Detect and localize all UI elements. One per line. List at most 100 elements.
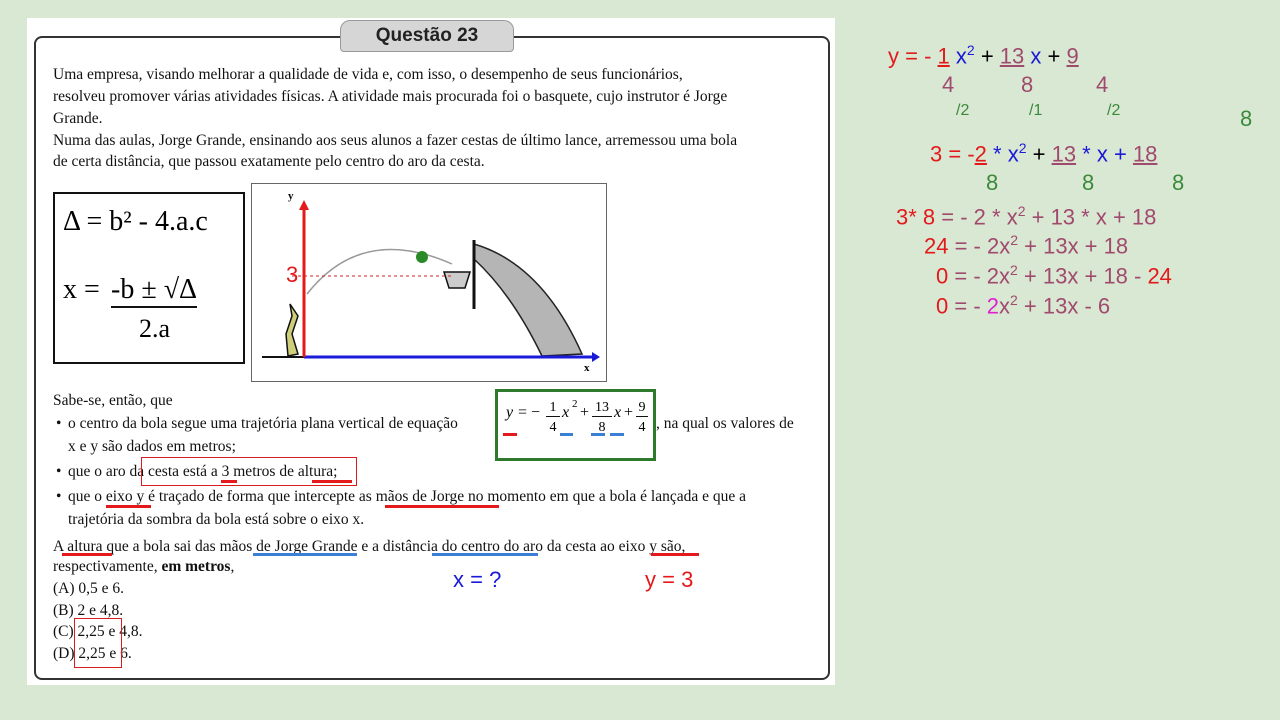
- ball-shadow-region: [473, 242, 584, 357]
- sabe-se-text: Sabe-se, então, que: [53, 392, 173, 409]
- formula-box: Δ = b² - 4.a.c x = -b ± √Δ 2.a: [53, 192, 245, 364]
- eq-x1: x: [614, 404, 622, 421]
- intro-line-4: Numa das aulas, Jorge Grande, ensinando …: [53, 132, 738, 149]
- w4-sq: 2: [1010, 232, 1019, 248]
- w1-a-den: 4: [942, 72, 955, 97]
- bullet-1-dot: •: [56, 415, 62, 432]
- w1-sq: 2: [966, 42, 975, 58]
- w5-lhs: 0: [936, 263, 949, 289]
- eq-plus-1: +: [580, 404, 590, 421]
- w1-c-num: 9: [1066, 43, 1079, 69]
- eq-square: 2: [572, 398, 578, 410]
- eq-plus-2: +: [624, 404, 634, 421]
- w1-b-den: 8: [1021, 72, 1034, 97]
- w2-t2: * x +: [1076, 141, 1133, 167]
- ball: [416, 251, 428, 263]
- delta-formula: Δ = b² - 4.a.c: [63, 206, 208, 237]
- bullet-2-dot: •: [56, 463, 62, 480]
- w2-t1: * x: [986, 141, 1019, 167]
- y-axis-label: y: [288, 190, 294, 202]
- w2-a-den: 8: [986, 170, 999, 195]
- w2-c-num: 18: [1132, 141, 1158, 167]
- w3-rest: = - 2 * x: [935, 204, 1018, 230]
- eq-a-num: 1: [546, 400, 560, 417]
- work-line-6: 0 = - 2x2 + 13x - 6: [936, 292, 1110, 319]
- underline-eixo-y: [106, 505, 151, 508]
- w5-sq: 2: [1010, 262, 1018, 278]
- eq-x2: x: [562, 404, 570, 421]
- eq-c-den: 4: [638, 420, 646, 435]
- w4-lhs: 24: [924, 233, 949, 259]
- w1-minus: -: [924, 43, 938, 69]
- underline-3: [221, 480, 237, 483]
- bullet-1-cont: x e y são dados em metros;: [68, 438, 236, 455]
- w2-b-den: 8: [1082, 170, 1095, 195]
- w1-x1: x: [1024, 43, 1042, 69]
- x-axis-label: x: [584, 362, 590, 374]
- eq-c-num: 9: [636, 400, 648, 417]
- w3-sq: 2: [1017, 203, 1026, 219]
- player: [285, 303, 299, 357]
- w6-lhs: 0: [936, 293, 949, 319]
- x-denominator: 2.a: [139, 314, 171, 343]
- ask-line-2: respectivamente, em metros,: [53, 556, 234, 577]
- intro-line-3: Grande.: [53, 110, 103, 127]
- intro-line-1: Uma empresa, visando melhorar a qualidad…: [53, 66, 683, 83]
- w2-sq: 2: [1018, 140, 1027, 156]
- w5-a: = - 2x: [948, 263, 1010, 289]
- underline-maos-jorge: [385, 505, 499, 508]
- w1-x2: x: [949, 43, 967, 69]
- ball-trajectory: [306, 248, 453, 295]
- bullet-1-text: o centro da bola segue uma trajetória pl…: [68, 415, 458, 432]
- eq-c-underline: [610, 433, 624, 436]
- choices-highlight-box: [74, 618, 122, 668]
- x-prefix: x =: [63, 274, 100, 305]
- w3-lhs: 3* 8: [896, 204, 936, 230]
- divisor-2: /1: [1029, 102, 1043, 119]
- ask-line-1: A altura que a bola sai das mãos de Jorg…: [53, 538, 686, 555]
- w2-lhs: 3: [930, 141, 943, 167]
- w2-plus: +: [1026, 141, 1052, 167]
- ask-line-2-bold: em metros: [161, 558, 231, 575]
- w6-sq: 2: [1010, 292, 1018, 308]
- w5-c: 24: [1147, 263, 1172, 289]
- ask-line-2c: ,: [230, 558, 235, 575]
- w6-b: + 13x - 6: [1017, 293, 1111, 319]
- intro-line-2: resolveu promover várias atividades físi…: [53, 88, 728, 105]
- w2-eq: = -: [942, 141, 975, 167]
- w1-b-num: 13: [999, 43, 1025, 69]
- w6-a: = -: [948, 293, 987, 319]
- intro-line-5: de certa distância, que passou exatament…: [53, 153, 485, 170]
- ask-line-2a: respectivamente,: [53, 558, 162, 575]
- w4-b: + 13x + 18: [1018, 233, 1129, 259]
- underline-altura: [312, 480, 352, 483]
- lcm-value: 8: [1240, 106, 1253, 131]
- x-unknown-note: x = ?: [453, 567, 502, 592]
- eq-a-den: 4: [549, 420, 557, 435]
- height-annotation: 3: [286, 262, 299, 287]
- w6-x: x: [999, 293, 1011, 319]
- bullet-3-dot: •: [56, 488, 62, 505]
- eq-b-underline: [591, 433, 605, 436]
- choice-a[interactable]: (A) 0,5 e 6.: [53, 580, 124, 598]
- underline-a-altura: [62, 553, 112, 556]
- w2-a-num: 2: [974, 141, 987, 167]
- underline-maos-jorge-2: [253, 553, 357, 556]
- divisor-3: /2: [1107, 102, 1121, 119]
- eq-y: y: [506, 404, 514, 421]
- w2-c-den: 8: [1172, 170, 1185, 195]
- eq-b-num: 13: [592, 400, 612, 417]
- hoop: [442, 271, 472, 289]
- bullet-1-post: , na qual os valores de: [656, 415, 794, 432]
- eq-a-underline: [560, 433, 573, 436]
- trajectory-diagram: [262, 200, 600, 362]
- work-line-2: 3 = -2 * x2 + 13 * x + 18: [930, 140, 1157, 167]
- w1-a-num: 1: [937, 43, 950, 69]
- w1-c-den: 4: [1096, 72, 1109, 97]
- w5-b: + 13x + 18 -: [1017, 263, 1148, 289]
- eq-y-underline: [503, 433, 517, 436]
- w4-a: = - 2x: [948, 233, 1011, 259]
- work-line-1: y = - 1 x2 + 13 x + 9: [888, 42, 1079, 69]
- w6-two: 2: [986, 293, 1000, 319]
- work-line-4: 24 = - 2x2 + 13x + 18: [924, 232, 1128, 259]
